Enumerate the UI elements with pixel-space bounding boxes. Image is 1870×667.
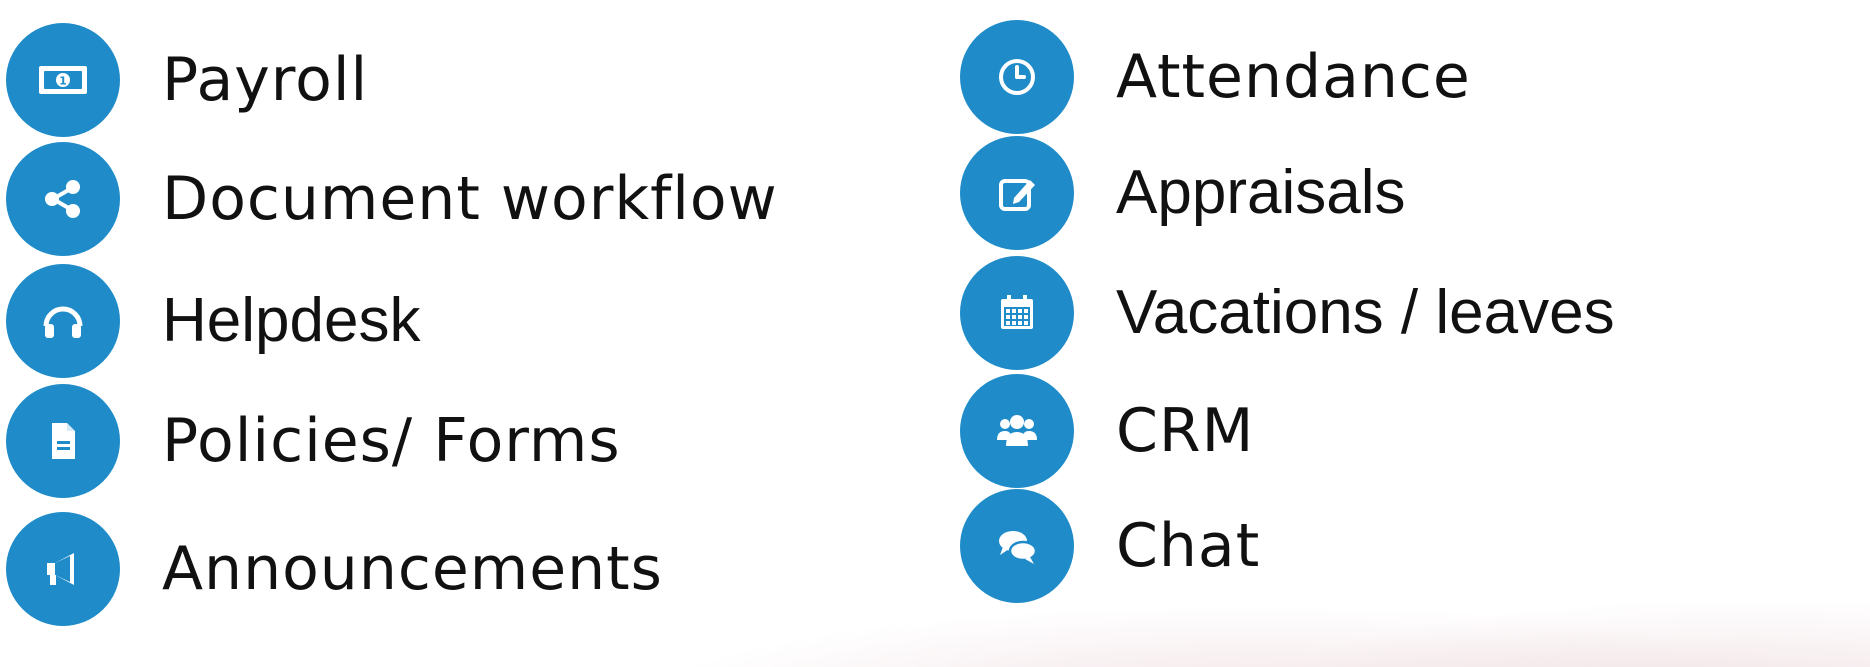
- edit-icon: [960, 136, 1074, 250]
- feature-attendance: Attendance: [960, 20, 1471, 134]
- share-icon: [6, 142, 120, 256]
- feature-appraisals: Appraisals: [960, 136, 1405, 250]
- feature-announcements: Announcements: [6, 512, 663, 626]
- feature-document-workflow: Document workflow: [6, 142, 778, 256]
- feature-label: Document workflow: [162, 164, 778, 234]
- megaphone-icon: [6, 512, 120, 626]
- feature-label: Vacations / leaves: [1116, 278, 1615, 347]
- file-icon: [6, 384, 120, 498]
- feature-label: Chat: [1116, 511, 1261, 581]
- feature-label: CRM: [1116, 396, 1255, 466]
- money-bill-icon: 1: [6, 23, 120, 137]
- feature-label: Announcements: [162, 534, 663, 604]
- users-icon: [960, 374, 1074, 488]
- clock-icon: [960, 20, 1074, 134]
- svg-text:1: 1: [59, 75, 67, 88]
- calendar-icon: [960, 256, 1074, 370]
- feature-helpdesk: Helpdesk: [6, 264, 420, 378]
- feature-label: Payroll: [162, 45, 369, 115]
- feature-label: Attendance: [1116, 42, 1471, 112]
- feature-policies-forms: Policies/ Forms: [6, 384, 621, 498]
- feature-chat: Chat: [960, 489, 1260, 603]
- feature-label: Helpdesk: [162, 286, 421, 355]
- chat-icon: [960, 489, 1074, 603]
- headphones-icon: [6, 264, 120, 378]
- feature-label: Policies/ Forms: [162, 406, 621, 476]
- feature-crm: CRM: [960, 374, 1254, 488]
- feature-label: Appraisals: [1116, 158, 1406, 227]
- feature-vacations-leaves: Vacations / leaves: [960, 256, 1615, 370]
- feature-payroll: 1 Payroll: [6, 23, 368, 137]
